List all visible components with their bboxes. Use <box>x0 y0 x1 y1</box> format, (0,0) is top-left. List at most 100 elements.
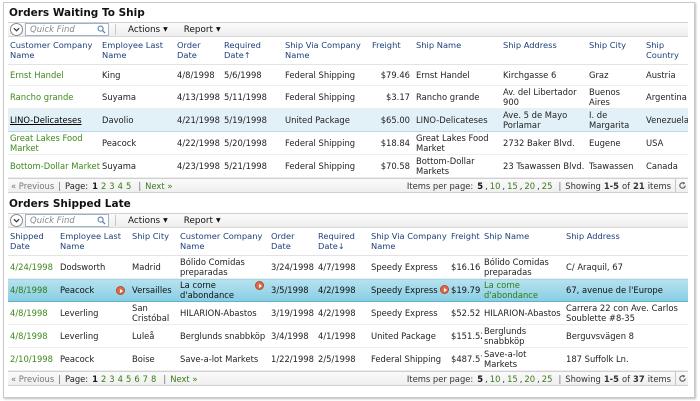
page-link[interactable]: 6 <box>134 374 139 384</box>
column-header[interactable]: Required Date↓ <box>316 228 369 256</box>
table-row-selected[interactable]: LINO-Delicateses Davolio 4/21/1998 5/19/… <box>8 108 688 132</box>
column-header[interactable]: Customer Company Name <box>8 37 100 65</box>
page-link[interactable]: 2 <box>101 374 106 384</box>
customer-company-link[interactable]: Great Lakes Food Market <box>8 131 100 155</box>
employee-cell: Dodsworth <box>58 255 130 279</box>
quick-find-input[interactable]: Quick Find <box>25 23 109 36</box>
shipped-date-link[interactable]: 2/10/1998 <box>8 347 58 371</box>
items-per-page-option[interactable]: 10 <box>490 374 501 384</box>
table-row[interactable]: 4/24/1998 Dodsworth Madrid Bólido Comida… <box>8 255 688 279</box>
column-header[interactable]: Ship Name <box>414 37 501 65</box>
shipped-date-link[interactable]: 4/8/1998 <box>8 278 58 302</box>
items-per-page-option[interactable]: 10 <box>490 181 501 191</box>
table-row-selected[interactable]: 4/8/1998 Peacock Versailles La corne d'a… <box>8 278 688 302</box>
items-per-page-option[interactable]: 25 <box>542 181 553 191</box>
next-link[interactable]: Next » <box>145 181 172 191</box>
actions-menu[interactable]: Actions ▼ <box>122 216 174 226</box>
page-link[interactable]: 5 <box>126 374 131 384</box>
table-row[interactable]: Rancho grande Suyama 4/13/1998 5/11/1998… <box>8 85 688 109</box>
toolbar-divider <box>115 24 116 35</box>
page-link[interactable]: 4 <box>118 374 123 384</box>
header-row: Customer Company Name Employee Last Name… <box>8 37 688 65</box>
column-header[interactable]: Shipped Date <box>8 228 58 256</box>
freight-cell: $16.16 <box>449 255 482 279</box>
of-label: of <box>621 373 631 384</box>
page-link[interactable]: 5 <box>126 181 131 191</box>
ship-via-cell: United Package <box>369 324 449 348</box>
shipped-date-link[interactable]: 4/24/1998 <box>8 255 58 279</box>
page-link[interactable]: 3 <box>109 181 114 191</box>
shipped-date-link[interactable]: 4/8/1998 <box>8 324 58 348</box>
next-link[interactable]: Next » <box>170 374 197 384</box>
items-per-page-option[interactable]: 20 <box>524 374 535 384</box>
freight-cell: $3.17 <box>370 85 414 109</box>
page-link[interactable]: 8 <box>151 374 156 384</box>
column-header[interactable]: Order Date <box>175 37 222 65</box>
chevron-down-icon <box>13 27 20 32</box>
column-header[interactable]: Freight <box>370 37 414 65</box>
column-header[interactable]: Ship Name <box>482 228 564 256</box>
view-selector-button[interactable] <box>10 214 23 227</box>
column-header[interactable]: Ship Address <box>564 228 688 256</box>
column-header[interactable]: Ship Via Company Name <box>283 37 370 65</box>
navigate-arrow-icon[interactable] <box>255 281 264 290</box>
column-header[interactable]: Freight <box>449 228 482 256</box>
column-header[interactable]: Customer Company Name <box>178 228 269 256</box>
column-header[interactable]: Order Date <box>269 228 316 256</box>
items-per-page-option[interactable]: 15 <box>507 181 518 191</box>
page-link-current[interactable]: 1 <box>92 181 98 191</box>
column-header[interactable]: Employee Last Name <box>100 37 175 65</box>
table-row[interactable]: 4/8/1998 Leverling Luleå Berglunds snabb… <box>8 324 688 348</box>
navigate-arrow-icon[interactable] <box>116 286 125 295</box>
table-row[interactable]: 2/10/1998 Peacock Boise Save-a-lot Marke… <box>8 347 688 371</box>
customer-company-cell: Save-a-lot Markets <box>178 347 269 371</box>
page-link[interactable]: 2 <box>101 181 106 191</box>
page-link[interactable]: 3 <box>109 374 114 384</box>
page-link[interactable]: 4 <box>118 181 123 191</box>
items-per-page-option[interactable]: 25 <box>542 374 553 384</box>
ship-via-cell: Speedy Express <box>369 301 449 325</box>
items-per-page-option-current[interactable]: 5 <box>477 374 483 384</box>
actions-menu[interactable]: Actions ▼ <box>122 25 174 35</box>
ship-city-cell: Luleå <box>130 324 178 348</box>
table-row[interactable]: Ernst Handel King 4/8/1998 5/6/1998 Fede… <box>8 64 688 86</box>
previous-link[interactable]: « Previous <box>11 181 54 191</box>
orders-waiting-section: Orders Waiting To Ship Quick Find Action… <box>8 6 688 193</box>
refresh-button[interactable] <box>675 372 688 385</box>
pager-divider: | <box>163 373 167 384</box>
customer-company-link[interactable]: LINO-Delicateses <box>8 108 100 132</box>
report-menu[interactable]: Report ▼ <box>178 25 227 35</box>
pager-info: Items per page: 5, 10, 15, 20, 25 | Show… <box>407 372 688 385</box>
customer-company-link[interactable]: Ernst Handel <box>8 64 100 86</box>
ship-address-cell: 187 Suffolk Ln. <box>564 347 688 371</box>
refresh-button[interactable] <box>675 179 688 192</box>
quick-find-input[interactable]: Quick Find <box>25 214 109 227</box>
column-header[interactable]: Ship City <box>130 228 178 256</box>
column-header[interactable]: Employee Last Name <box>58 228 130 256</box>
view-selector-button[interactable] <box>10 23 23 36</box>
customer-company-link[interactable]: Rancho grande <box>8 85 100 109</box>
column-header[interactable]: Required Date↑ <box>222 37 283 65</box>
order-date-cell: 4/22/1998 <box>175 131 222 155</box>
items-per-page-option[interactable]: 20 <box>524 181 535 191</box>
previous-link[interactable]: « Previous <box>11 374 54 384</box>
items-per-page-option[interactable]: 15 <box>507 374 518 384</box>
column-header[interactable]: Ship Country <box>644 37 688 65</box>
column-header[interactable]: Ship Address <box>501 37 587 65</box>
column-header[interactable]: Ship City <box>587 37 644 65</box>
search-icon[interactable] <box>97 216 106 225</box>
page-link[interactable]: 7 <box>143 374 148 384</box>
navigate-arrow-icon[interactable] <box>439 285 449 294</box>
table-row[interactable]: Great Lakes Food Market Peacock 4/22/199… <box>8 131 688 155</box>
shipped-date-link[interactable]: 4/8/1998 <box>8 301 58 325</box>
report-menu[interactable]: Report ▼ <box>178 216 227 226</box>
table-row[interactable]: 4/8/1998 Leverling San Cristóbal HILARIO… <box>8 301 688 325</box>
items-per-page-option-current[interactable]: 5 <box>477 181 483 191</box>
dropdown-arrow-icon: ▼ <box>163 216 168 224</box>
table-row[interactable]: Bottom-Dollar Markets Suyama 4/23/1998 5… <box>8 154 688 178</box>
page-link-current[interactable]: 1 <box>92 374 98 384</box>
column-header[interactable]: Ship Via Company Name <box>369 228 449 256</box>
search-icon[interactable] <box>97 25 106 34</box>
customer-company-link[interactable]: Bottom-Dollar Markets <box>8 154 100 178</box>
ship-via-cell: Federal Shipping <box>283 154 370 178</box>
